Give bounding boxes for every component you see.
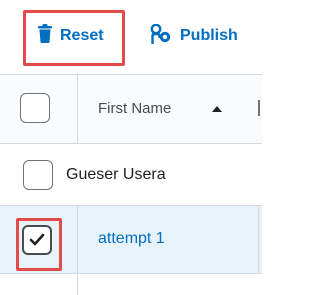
people-icon (150, 23, 172, 49)
first-name-header[interactable]: First Name (98, 100, 171, 117)
sort-ascending-icon[interactable] (212, 106, 222, 112)
publish-button[interactable]: Publish (150, 22, 238, 50)
table-row-selected: attempt 1 (0, 206, 262, 274)
user-name: Gueser Usera (66, 166, 166, 183)
row-checkbox-checked[interactable] (22, 225, 52, 255)
column-divider (77, 206, 78, 273)
row-checkbox[interactable] (23, 160, 53, 190)
table-row: Gueser Usera (0, 144, 262, 206)
column-divider (77, 75, 78, 143)
checkmark-icon (29, 233, 45, 246)
attempt-link[interactable]: attempt 1 (98, 230, 165, 248)
publish-label: Publish (180, 27, 238, 44)
reset-button[interactable]: Reset (38, 22, 104, 50)
reset-label: Reset (60, 27, 104, 44)
trash-icon (38, 24, 52, 48)
toolbar: Reset Publish (0, 0, 262, 74)
select-all-checkbox[interactable] (20, 93, 50, 123)
table-header-row: First Name (0, 75, 262, 144)
column-divider (77, 274, 78, 295)
table-row (0, 274, 262, 295)
users-table: First Name Gueser Usera attempt 1 (0, 74, 262, 295)
column-divider (258, 206, 259, 273)
column-divider (258, 100, 260, 116)
